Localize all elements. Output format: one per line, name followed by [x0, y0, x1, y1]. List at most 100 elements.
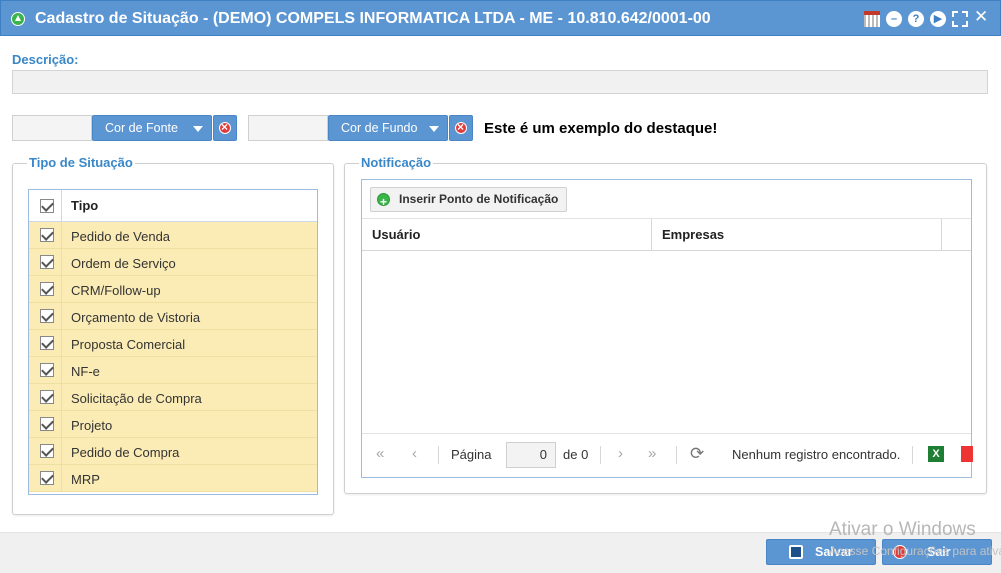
tipo-row-label: NF-e — [71, 364, 100, 379]
tipo-row[interactable]: Orçamento de Vistoria — [29, 303, 317, 330]
window-title-bar: Cadastro de Situação - (DEMO) COMPELS IN… — [0, 0, 1001, 36]
row-divider — [61, 384, 62, 410]
row-checkbox[interactable] — [40, 417, 54, 431]
expand-icon[interactable] — [952, 11, 968, 27]
row-checkbox[interactable] — [40, 228, 54, 242]
tipo-row[interactable]: Pedido de Compra — [29, 438, 317, 465]
description-label: Descrição: — [12, 52, 79, 67]
close-icon[interactable]: ✕ — [974, 8, 990, 25]
notificacao-panel: Notificação Inserir Ponto de Notificação… — [344, 155, 987, 494]
select-all-checkbox[interactable] — [40, 199, 54, 213]
title-bar-actions: – ? ▶ — [864, 11, 968, 27]
row-checkbox[interactable] — [40, 471, 54, 485]
tipo-row[interactable]: MRP — [29, 465, 317, 492]
notificacao-grid-body — [362, 251, 971, 433]
pager-status: Nenhum registro encontrado. — [732, 447, 901, 462]
excel-export-icon[interactable]: X — [928, 446, 944, 462]
row-checkbox[interactable] — [40, 363, 54, 377]
refresh-icon[interactable]: ⟳ — [690, 444, 704, 464]
last-page-icon[interactable]: » — [648, 445, 656, 462]
play-icon[interactable]: ▶ — [930, 11, 946, 27]
insert-notification-label: Inserir Ponto de Notificação — [399, 192, 559, 206]
row-checkbox[interactable] — [40, 336, 54, 350]
notificacao-grid: Inserir Ponto de Notificação Usuário Emp… — [361, 179, 973, 478]
row-checkbox[interactable] — [40, 444, 54, 458]
save-icon — [789, 545, 803, 559]
tipo-row[interactable]: CRM/Follow-up — [29, 276, 317, 303]
page-total-label: de 0 — [563, 447, 589, 462]
tipo-row[interactable]: NF-e — [29, 357, 317, 384]
clear-icon — [455, 120, 467, 134]
bg-color-field[interactable] — [248, 115, 328, 141]
bg-color-dropdown[interactable]: Cor de Fundo — [328, 115, 448, 141]
usuario-column-header[interactable]: Usuário — [372, 227, 420, 242]
tipo-row-label: Orçamento de Vistoria — [71, 310, 201, 325]
row-checkbox[interactable] — [40, 309, 54, 323]
pager-divider — [912, 446, 913, 464]
pdf-export-icon[interactable] — [961, 446, 973, 462]
notificacao-legend: Notificação — [359, 155, 434, 170]
notificacao-toolbar: Inserir Ponto de Notificação — [362, 180, 971, 219]
bg-color-label: Cor de Fundo — [341, 121, 418, 135]
window-title: Cadastro de Situação - (DEMO) COMPELS IN… — [35, 10, 711, 27]
page-label: Página — [451, 447, 492, 462]
description-input[interactable] — [12, 70, 988, 94]
tipo-row-label: Solicitação de Compra — [71, 391, 202, 406]
prev-page-icon[interactable]: ‹ — [412, 445, 417, 462]
clear-font-color-button[interactable] — [213, 115, 237, 141]
row-divider — [61, 438, 62, 464]
header-divider — [61, 190, 62, 221]
tipo-column-header: Tipo — [71, 198, 99, 213]
next-page-icon[interactable]: › — [618, 445, 623, 462]
row-checkbox[interactable] — [40, 255, 54, 269]
pager-divider — [676, 446, 677, 464]
tipo-row[interactable]: Pedido de Venda — [29, 222, 317, 249]
row-checkbox[interactable] — [40, 282, 54, 296]
column-divider — [941, 219, 942, 250]
tipo-situacao-grid: Tipo Pedido de Venda Ordem de Serviço CRM/… — [28, 189, 318, 495]
calendar-icon[interactable] — [864, 11, 880, 27]
font-color-field[interactable] — [12, 115, 92, 141]
page-number-input[interactable]: 0 — [506, 442, 556, 468]
row-divider — [61, 249, 62, 275]
window-add-icon — [11, 12, 25, 26]
row-divider — [61, 357, 62, 383]
row-checkbox[interactable] — [40, 390, 54, 404]
row-divider — [61, 222, 62, 248]
pager-divider — [438, 446, 439, 464]
help-icon[interactable]: ? — [908, 11, 924, 27]
add-icon — [377, 191, 390, 214]
highlight-example-text: Este é um exemplo do destaque! — [484, 120, 718, 137]
windows-activation-watermark: Ativar o Windows — [829, 519, 976, 540]
insert-notification-button[interactable]: Inserir Ponto de Notificação — [370, 187, 568, 214]
tipo-row[interactable]: Ordem de Serviço — [29, 249, 317, 276]
tipo-situacao-panel: Tipo de Situação Tipo Pedido de Venda Ord… — [12, 155, 334, 515]
column-divider — [651, 219, 652, 250]
row-divider — [61, 330, 62, 356]
tipo-row-label: Projeto — [71, 418, 113, 433]
clear-icon — [219, 120, 231, 134]
row-divider — [61, 303, 62, 329]
tipo-row[interactable]: Solicitação de Compra — [29, 384, 317, 411]
tipo-row-label: Ordem de Serviço — [71, 256, 176, 271]
tipo-grid-header: Tipo — [29, 190, 317, 222]
grid-pager: « ‹ Página 0 de 0 › » ⟳ Nenhum registro … — [362, 433, 973, 477]
tipo-row-label: Proposta Comercial — [71, 337, 186, 352]
minimize-icon[interactable]: – — [886, 11, 902, 27]
tipo-row[interactable]: Projeto — [29, 411, 317, 438]
clear-bg-color-button[interactable] — [449, 115, 473, 141]
row-divider — [61, 276, 62, 302]
chevron-down-icon — [193, 126, 203, 132]
notificacao-grid-header: Usuário Empresas — [362, 219, 971, 251]
tipo-row-label: MRP — [71, 472, 100, 487]
font-color-dropdown[interactable]: Cor de Fonte — [92, 115, 212, 141]
row-divider — [61, 465, 62, 491]
first-page-icon[interactable]: « — [376, 445, 384, 462]
pager-divider — [600, 446, 601, 464]
chevron-down-icon — [429, 126, 439, 132]
tipo-row-label: Pedido de Compra — [71, 445, 180, 460]
tipo-row[interactable]: Proposta Comercial — [29, 330, 317, 357]
windows-activation-subtext: Acesse Configurações para ativar o Windo… — [829, 544, 1001, 558]
tipo-situacao-legend: Tipo de Situação — [27, 155, 135, 170]
empresas-column-header[interactable]: Empresas — [662, 227, 724, 242]
